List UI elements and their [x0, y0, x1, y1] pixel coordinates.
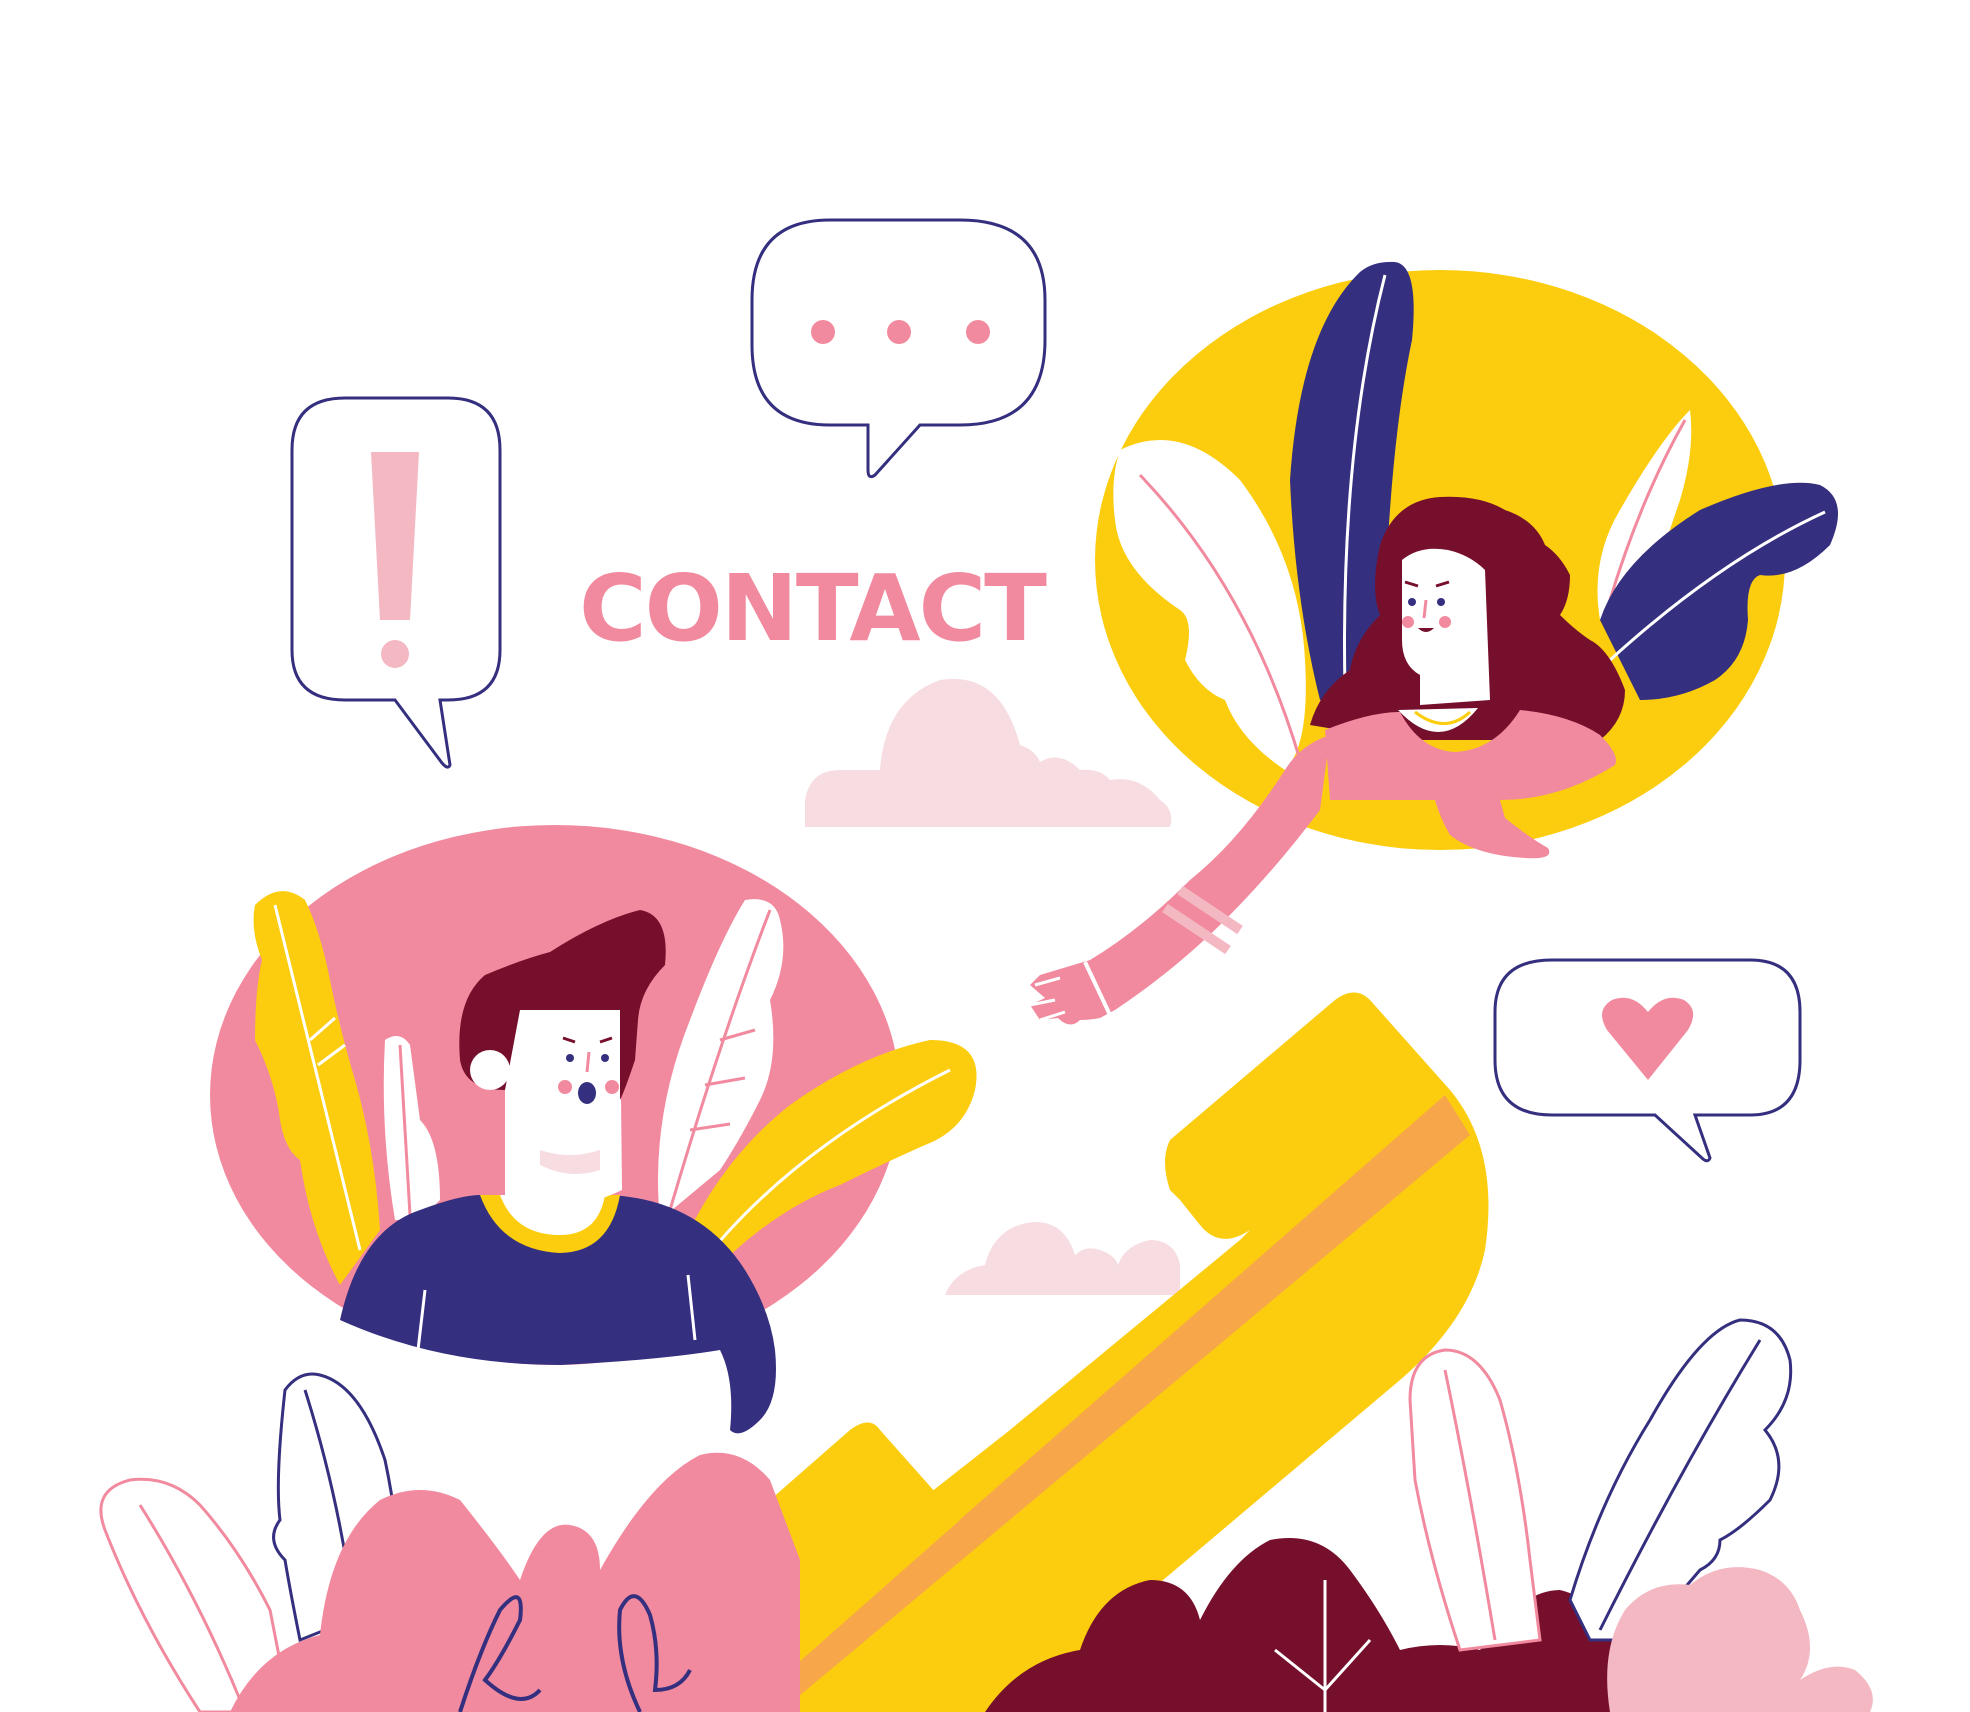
- cloud-middle: [945, 1222, 1180, 1295]
- speech-bubble-alert: [290, 396, 502, 769]
- speech-bubble-typing: [750, 218, 1047, 479]
- contact-illustration: CONTACT: [99, 218, 1873, 1712]
- cloud-top: [805, 678, 1172, 827]
- speech-bubble-love: [1493, 958, 1802, 1163]
- page-title: CONTACT: [579, 555, 1047, 662]
- man-avatar: [210, 825, 977, 1434]
- woman-avatar: [1029, 261, 1838, 1025]
